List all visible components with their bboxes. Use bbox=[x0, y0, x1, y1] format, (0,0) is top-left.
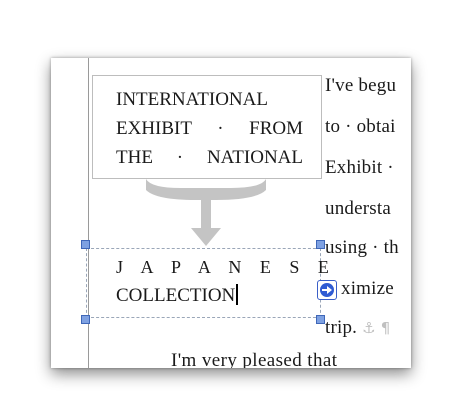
text-cursor bbox=[236, 284, 238, 305]
body-text-line: I'm very pleased that bbox=[171, 350, 338, 368]
text-box-line: COLLECTION bbox=[116, 285, 236, 306]
text-box-line-editing[interactable]: COLLECTION bbox=[116, 284, 238, 307]
text-flow-arrow-icon[interactable] bbox=[317, 280, 337, 300]
connector-shape bbox=[146, 179, 266, 246]
callout-connector-arrow bbox=[146, 179, 266, 246]
screenshot-frame: I've begu to · obtai Exhibit · understa … bbox=[0, 0, 463, 420]
resize-handle-bottom-left[interactable] bbox=[81, 315, 90, 324]
document-page[interactable]: I've begu to · obtai Exhibit · understa … bbox=[51, 58, 411, 368]
arrow-glyph bbox=[320, 283, 334, 297]
resize-handle-bottom-right[interactable] bbox=[316, 315, 325, 324]
resize-handle-top-right[interactable] bbox=[316, 240, 325, 249]
text-box-line: J A P A N E S E bbox=[116, 257, 336, 277]
resize-handle-top-left[interactable] bbox=[81, 240, 90, 249]
selected-text-box[interactable]: J A P A N E S E COLLECTION bbox=[86, 248, 329, 318]
